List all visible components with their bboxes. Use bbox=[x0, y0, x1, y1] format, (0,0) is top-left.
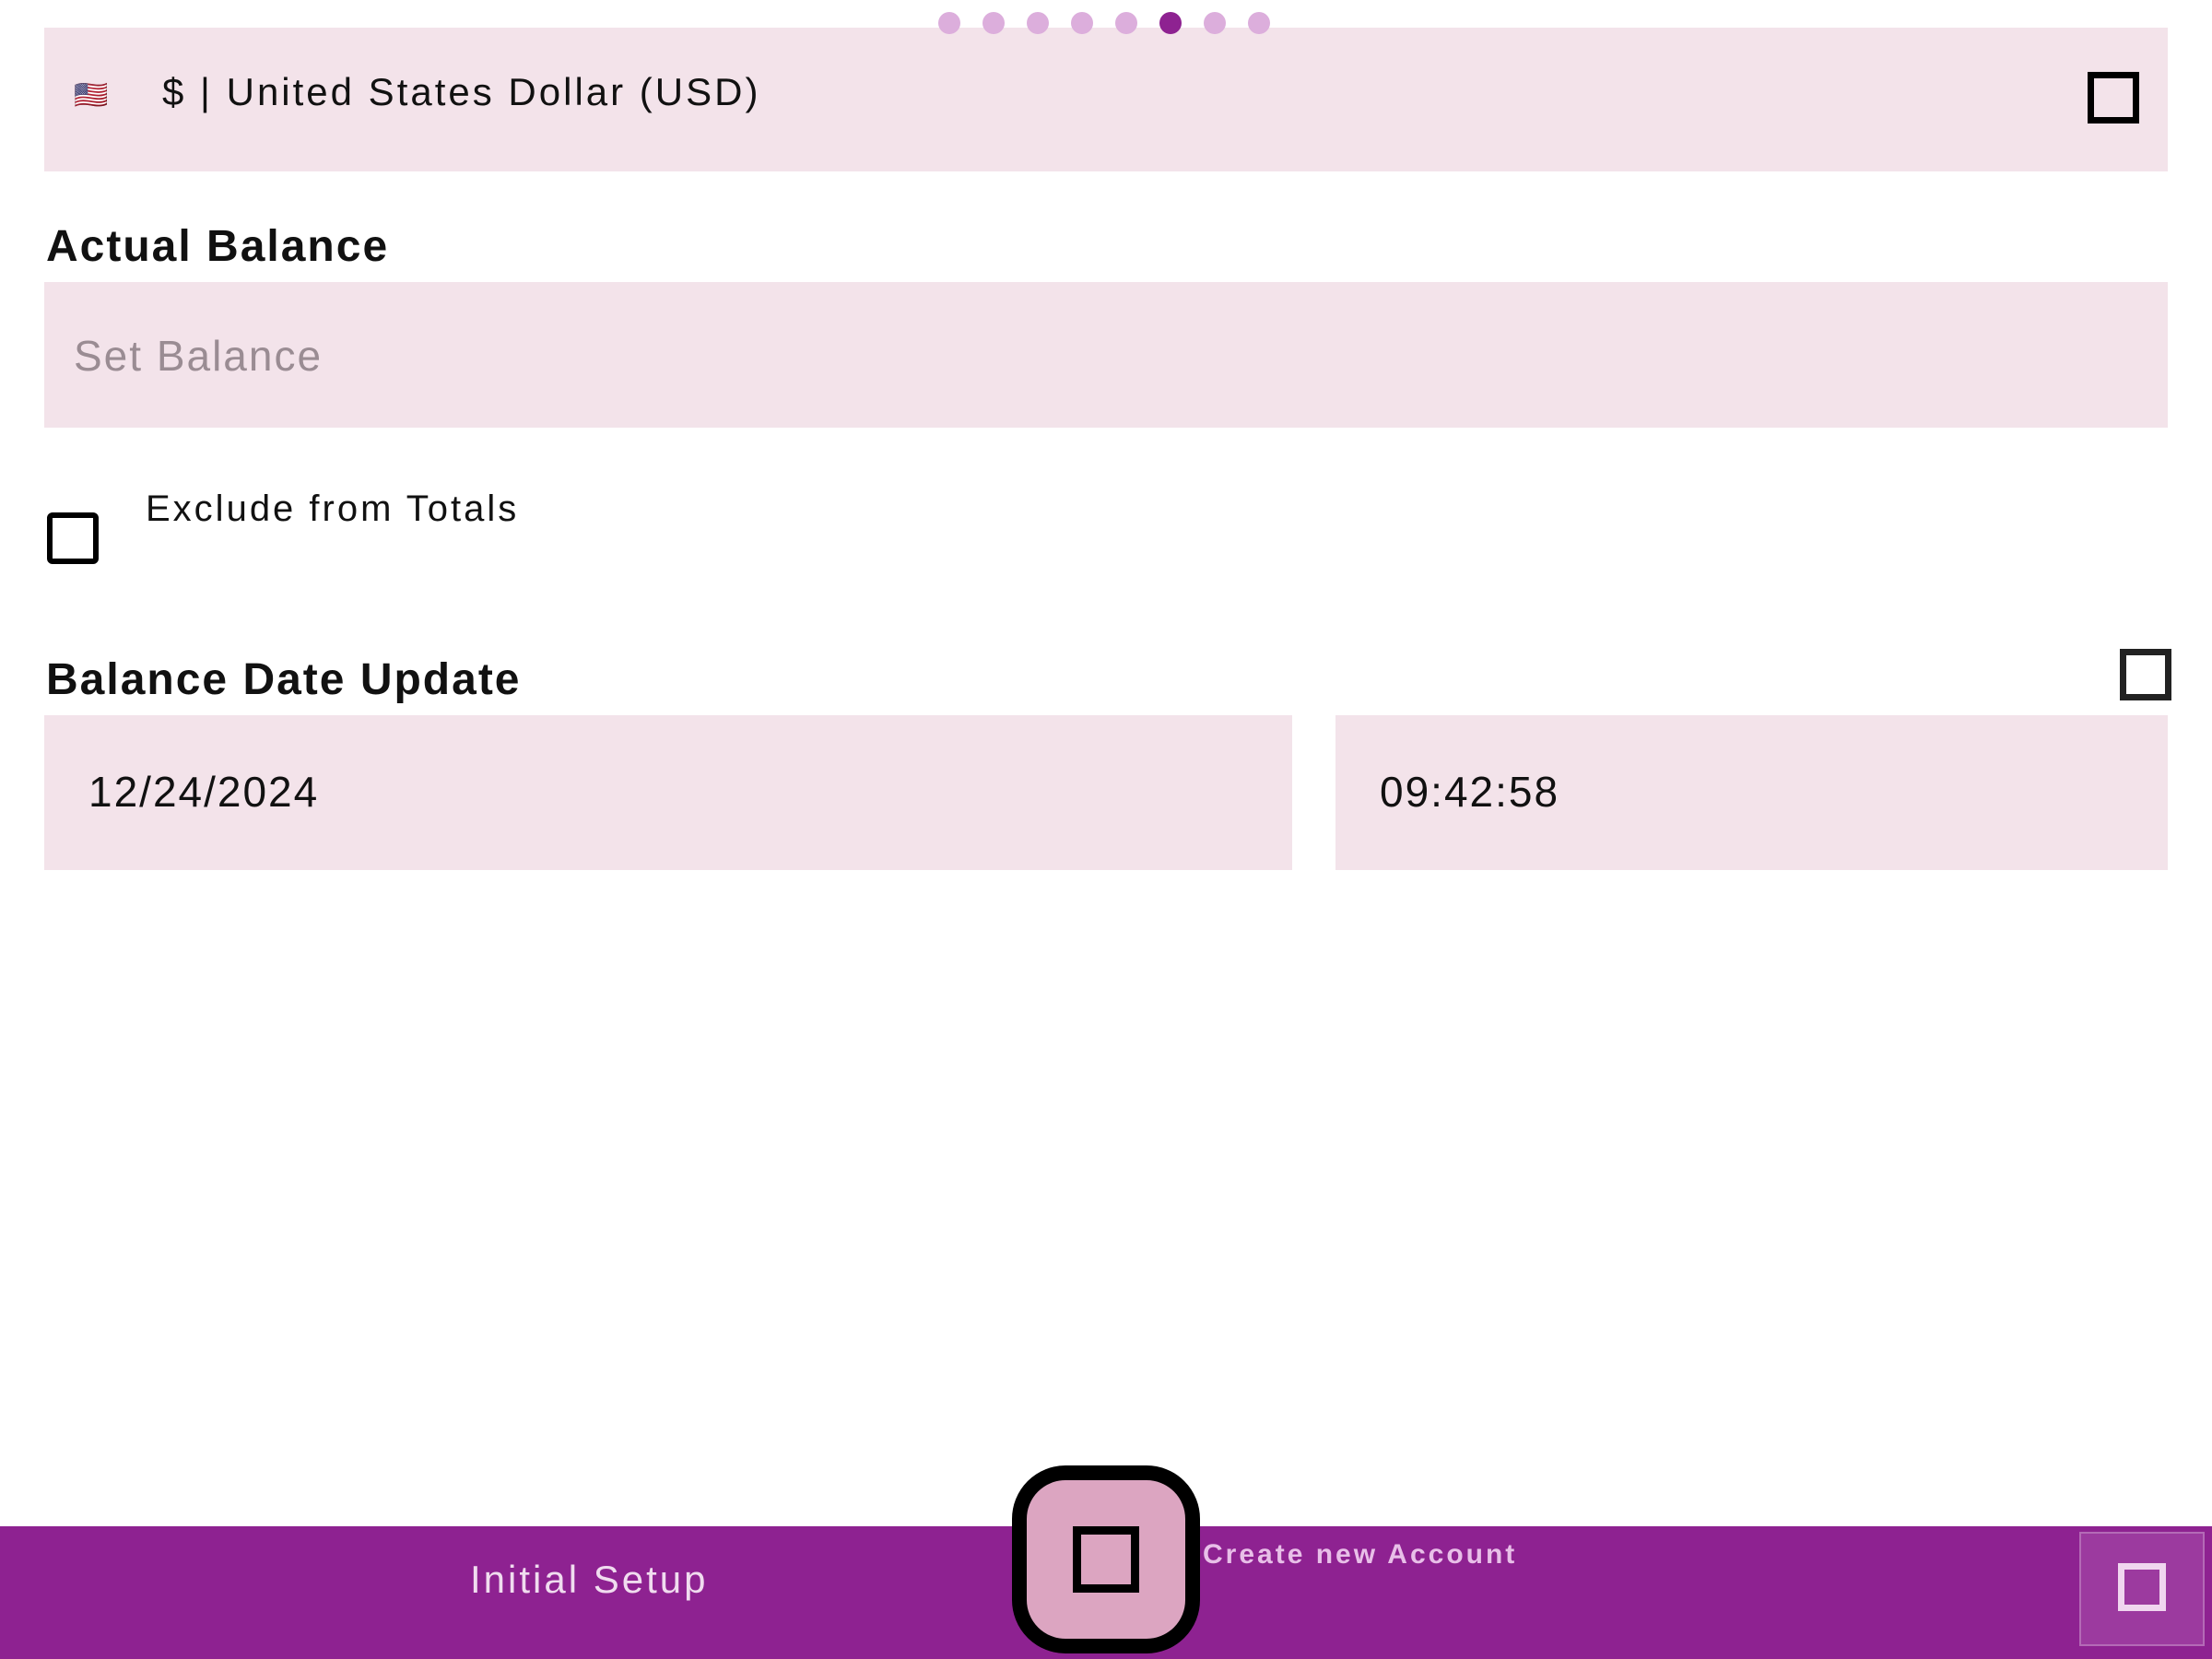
corner-square-icon bbox=[2118, 1563, 2166, 1611]
fab-square-icon bbox=[1073, 1526, 1139, 1593]
bottom-corner-button[interactable] bbox=[2079, 1532, 2205, 1646]
page-dot-3[interactable] bbox=[1027, 12, 1049, 34]
date-reset-square-icon[interactable] bbox=[2120, 649, 2171, 700]
page-dot-8[interactable] bbox=[1248, 12, 1270, 34]
time-field[interactable]: 09:42:58 bbox=[1335, 715, 2168, 870]
exclude-from-totals-checkbox[interactable] bbox=[47, 512, 99, 564]
page-dot-1[interactable] bbox=[938, 12, 960, 34]
dropdown-square-icon[interactable] bbox=[2088, 72, 2139, 124]
balance-field[interactable] bbox=[44, 282, 2168, 428]
page-dot-6-active[interactable] bbox=[1159, 12, 1182, 34]
page-dot-5[interactable] bbox=[1115, 12, 1137, 34]
date-field[interactable]: 12/24/2024 bbox=[44, 715, 1292, 870]
balance-date-heading: Balance Date Update bbox=[46, 655, 522, 704]
actual-balance-heading: Actual Balance bbox=[46, 222, 390, 271]
date-value: 12/24/2024 bbox=[88, 768, 320, 816]
account-setup-page: 🇺🇸 $ | United States Dollar (USD) Actual… bbox=[0, 0, 2212, 1659]
flag-icon: 🇺🇸 bbox=[74, 80, 111, 111]
currency-selector[interactable]: 🇺🇸 $ | United States Dollar (USD) bbox=[44, 28, 2168, 171]
time-value: 09:42:58 bbox=[1380, 768, 1560, 816]
page-indicator bbox=[938, 12, 1270, 34]
currency-label: $ | United States Dollar (USD) bbox=[162, 70, 761, 113]
page-dot-7[interactable] bbox=[1204, 12, 1226, 34]
initial-setup-tab[interactable]: Initial Setup bbox=[470, 1558, 708, 1602]
create-account-label: Create new Account bbox=[1203, 1539, 1518, 1570]
create-account-fab[interactable] bbox=[1012, 1465, 1200, 1653]
page-dot-2[interactable] bbox=[982, 12, 1005, 34]
page-dot-4[interactable] bbox=[1071, 12, 1093, 34]
balance-input[interactable] bbox=[72, 323, 2103, 389]
exclude-from-totals-label: Exclude from Totals bbox=[146, 488, 520, 529]
